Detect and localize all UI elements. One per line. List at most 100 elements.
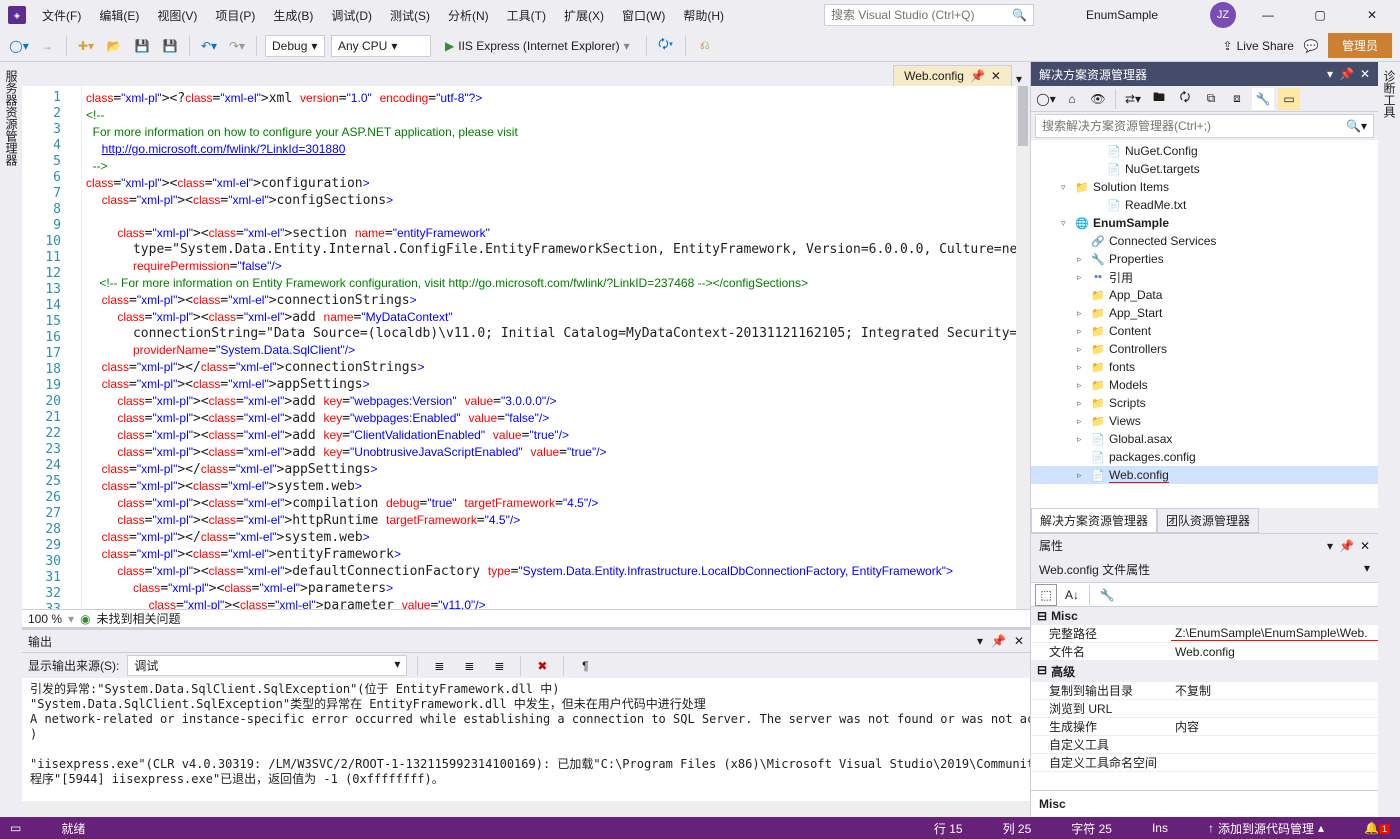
menu-编辑(E)[interactable]: 编辑(E): [95, 5, 143, 26]
menu-文件(F)[interactable]: 文件(F): [38, 5, 85, 26]
tree-item-Properties[interactable]: ▹🔧Properties: [1031, 250, 1378, 268]
out-clear-icon[interactable]: ✖: [531, 655, 553, 677]
tab-overflow-icon[interactable]: ▾: [1012, 72, 1026, 86]
menu-扩展(X)[interactable]: 扩展(X): [560, 5, 608, 26]
output-text[interactable]: 引发的异常:"System.Data.SqlClient.SqlExceptio…: [22, 678, 1030, 801]
close-tab-icon[interactable]: ✕: [991, 69, 1001, 83]
editor-scrollbar[interactable]: [1016, 86, 1030, 609]
global-search[interactable]: 🔍: [824, 4, 1034, 26]
global-search-input[interactable]: [831, 8, 1012, 22]
redo-button[interactable]: ↷▾: [226, 35, 248, 57]
menu-帮助(H)[interactable]: 帮助(H): [679, 5, 728, 26]
pin-icon[interactable]: 📌: [970, 69, 985, 83]
editor-tab-webconfig[interactable]: Web.config 📌 ✕: [893, 65, 1012, 86]
se-options-icon[interactable]: ▾: [1327, 67, 1333, 81]
tree-item-Content[interactable]: ▹📁Content: [1031, 322, 1378, 340]
server-explorer-tab[interactable]: 服务器资源管理器: [3, 70, 20, 809]
se-refresh-icon[interactable]: 🗘: [1174, 88, 1196, 110]
output-close-icon[interactable]: ✕: [1014, 634, 1024, 648]
tree-item-Connected Services[interactable]: 🔗Connected Services: [1031, 232, 1378, 250]
se-tree-icon[interactable]: 🖿: [1148, 88, 1170, 110]
se-props-icon[interactable]: 🔧: [1252, 88, 1274, 110]
props-pin-icon[interactable]: 📌: [1339, 539, 1354, 553]
se-sync-icon[interactable]: 👁: [1087, 88, 1109, 110]
undo-button[interactable]: ↶▾: [198, 35, 220, 57]
solution-search[interactable]: 🔍▾: [1035, 114, 1374, 138]
menu-调试(D)[interactable]: 调试(D): [327, 5, 376, 26]
tree-item-Views[interactable]: ▹📁Views: [1031, 412, 1378, 430]
user-avatar[interactable]: JZ: [1210, 2, 1236, 28]
tree-item-Controllers[interactable]: ▹📁Controllers: [1031, 340, 1378, 358]
props-cat-misc[interactable]: ⊟Misc: [1031, 607, 1378, 625]
se-close-icon[interactable]: ✕: [1360, 67, 1370, 81]
minimize-button[interactable]: —: [1248, 1, 1288, 29]
output-source-combo[interactable]: 调试▾: [127, 655, 407, 676]
menu-窗口(W)[interactable]: 窗口(W): [618, 5, 669, 26]
props-v-build[interactable]: 内容: [1171, 718, 1378, 735]
out-btn-1[interactable]: ≣: [428, 655, 450, 677]
menu-测试(S)[interactable]: 测试(S): [386, 5, 434, 26]
right-tool-rail[interactable]: 诊断工具: [1378, 62, 1400, 817]
menu-视图(V)[interactable]: 视图(V): [153, 5, 201, 26]
tab-team-explorer[interactable]: 团队资源管理器: [1157, 508, 1259, 533]
refresh-button[interactable]: 🗘▾: [655, 35, 677, 57]
props-wrench-icon[interactable]: 🔧: [1096, 584, 1118, 606]
out-wrap-icon[interactable]: ¶: [574, 655, 596, 677]
notification-bell-icon[interactable]: 🔔1: [1364, 821, 1390, 835]
out-btn-2[interactable]: ≣: [458, 655, 480, 677]
props-options-icon[interactable]: ▾: [1327, 539, 1333, 553]
se-pin-icon[interactable]: 📌: [1339, 67, 1354, 81]
left-tool-rail[interactable]: 服务器资源管理器 工具箱: [0, 62, 22, 817]
close-button[interactable]: ✕: [1352, 1, 1392, 29]
config-combo[interactable]: Debug▾: [265, 35, 325, 57]
tree-item-Solution Items[interactable]: ▿📁Solution Items: [1031, 178, 1378, 196]
menu-工具(T)[interactable]: 工具(T): [503, 5, 550, 26]
menu-生成(B)[interactable]: 生成(B): [269, 5, 317, 26]
se-back-icon[interactable]: ◯▾: [1035, 88, 1057, 110]
out-btn-3[interactable]: ≣: [488, 655, 510, 677]
output-scrollbar[interactable]: [22, 801, 1030, 817]
output-pin-icon[interactable]: 📌: [991, 634, 1006, 648]
tree-item-Scripts[interactable]: ▹📁Scripts: [1031, 394, 1378, 412]
run-button[interactable]: ▶IIS Express (Internet Explorer)▾: [437, 35, 638, 57]
tree-item-ReadMe.txt[interactable]: 📄ReadMe.txt: [1031, 196, 1378, 214]
props-v-fullpath[interactable]: Z:\EnumSample\EnumSample\Web.: [1171, 626, 1378, 641]
tree-item-Web.config[interactable]: ▹📄Web.config: [1031, 466, 1378, 484]
back-button[interactable]: ◯▾: [8, 35, 30, 57]
props-alpha-icon[interactable]: A↓: [1061, 584, 1083, 606]
tree-item-packages.config[interactable]: 📄packages.config: [1031, 448, 1378, 466]
se-showall-icon[interactable]: ⧈: [1226, 88, 1248, 110]
se-home-icon[interactable]: ⌂: [1061, 88, 1083, 110]
code-editor[interactable]: 1234567891011121314151617181920212223242…: [22, 86, 1030, 609]
menu-项目(P)[interactable]: 项目(P): [211, 5, 259, 26]
maximize-button[interactable]: ▢: [1300, 1, 1340, 29]
live-share-button[interactable]: ⇪Live Share: [1223, 39, 1294, 53]
solution-tree[interactable]: 📄NuGet.Config📄NuGet.targets▿📁Solution It…: [1031, 140, 1378, 508]
tree-item-Models[interactable]: ▹📁Models: [1031, 376, 1378, 394]
tree-item-引用[interactable]: ▹•▪引用: [1031, 268, 1378, 286]
forward-button[interactable]: →: [36, 35, 58, 57]
save-all-button[interactable]: 💾: [159, 35, 181, 57]
props-object[interactable]: Web.config 文件属性▾: [1031, 557, 1378, 583]
tree-item-NuGet.Config[interactable]: 📄NuGet.Config: [1031, 142, 1378, 160]
diagnostics-tab[interactable]: 诊断工具: [1381, 70, 1398, 809]
open-button[interactable]: 📂: [103, 35, 125, 57]
tree-item-Global.asax[interactable]: ▹📄Global.asax: [1031, 430, 1378, 448]
status-source-control[interactable]: ↑ 添加到源代码管理 ▴: [1208, 820, 1324, 837]
menu-分析(N)[interactable]: 分析(N): [444, 5, 493, 26]
se-preview-icon[interactable]: ▭: [1278, 88, 1300, 110]
solution-search-input[interactable]: [1042, 119, 1346, 133]
output-dropdown-icon[interactable]: ▾: [977, 634, 983, 648]
props-categorized-icon[interactable]: ⬚: [1035, 584, 1057, 606]
tree-item-NuGet.targets[interactable]: 📄NuGet.targets: [1031, 160, 1378, 178]
tree-item-App_Data[interactable]: 📁App_Data: [1031, 286, 1378, 304]
zoom-level[interactable]: 100 %: [28, 612, 62, 626]
feedback-button[interactable]: 💬: [1300, 35, 1322, 57]
props-v-copy[interactable]: 不复制: [1171, 682, 1378, 699]
new-button[interactable]: ✚▾: [75, 35, 97, 57]
platform-combo[interactable]: Any CPU▾: [331, 35, 431, 57]
props-v-filename[interactable]: Web.config: [1171, 645, 1378, 659]
tree-item-fonts[interactable]: ▹📁fonts: [1031, 358, 1378, 376]
props-close-icon[interactable]: ✕: [1360, 539, 1370, 553]
tree-item-App_Start[interactable]: ▹📁App_Start: [1031, 304, 1378, 322]
